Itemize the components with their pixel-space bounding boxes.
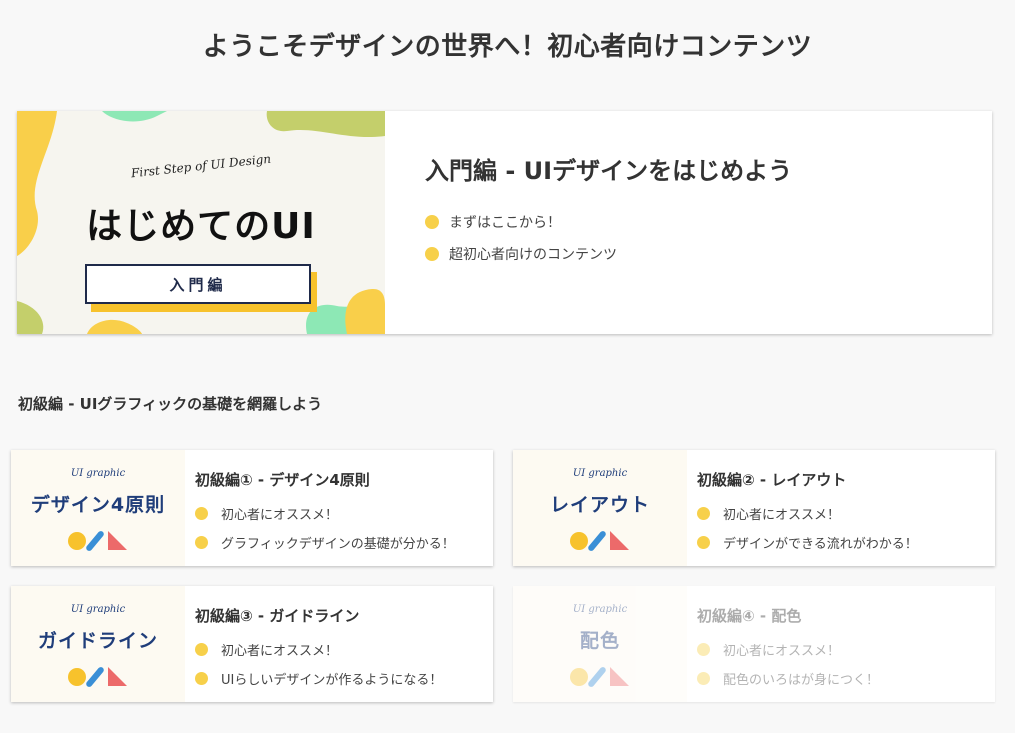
card-thumbnail: UI graphic 配色	[513, 586, 687, 702]
thumb-title: レイアウト	[549, 494, 650, 516]
card-thumbnail: UI graphic デザイン4原則	[11, 450, 185, 566]
list-item: UIらしいデザインが作るようになる！	[195, 669, 442, 688]
list-item: 超初心者向けのコンテンツ	[425, 244, 792, 264]
card-title[interactable]: 初級編② - レイアウト	[697, 469, 918, 490]
thumb-script: UI graphic	[572, 604, 628, 615]
hero-bullets: まずはここから！ 超初心者向けのコンテンツ	[425, 212, 792, 264]
bullet-dot-icon	[195, 536, 208, 549]
hero-thumb-badge: 入門編	[85, 264, 311, 304]
course-card-layout[interactable]: UI graphic レイアウト 初級編② - レイアウト 初心者にオススメ！ …	[513, 450, 995, 566]
card-body: 初級編② - レイアウト 初心者にオススメ！ デザインができる流れがわかる！	[687, 450, 918, 566]
list-item: 配色のいろはが身につく！	[697, 669, 879, 688]
bullet-dot-icon	[195, 643, 208, 656]
list-item: まずはここから！	[425, 212, 792, 232]
bullet-dot-icon	[425, 215, 439, 229]
list-item: デザインができる流れがわかる！	[697, 533, 918, 552]
card-body: 初級編③ - ガイドライン 初心者にオススメ！ UIらしいデザインが作るようにな…	[185, 586, 442, 702]
bullet-dot-icon	[425, 247, 439, 261]
hero-body: 入門編 - UIデザインをはじめよう まずはここから！ 超初心者向けのコンテンツ	[385, 111, 792, 334]
list-item: グラフィックデザインの基礎が分かる！	[195, 533, 455, 552]
card-title[interactable]: 初級編① - デザイン4原則	[195, 469, 455, 490]
list-item: 初心者にオススメ！	[697, 504, 918, 523]
hero-thumb-title: はじめてのUI	[86, 206, 316, 247]
course-card-principles[interactable]: UI graphic デザイン4原則 初級編① - デザイン4原則 初心者にオス…	[11, 450, 493, 566]
bullet-dot-icon	[697, 672, 710, 685]
hero-thumbnail: First Step of UI Design はじめてのUI 入門編	[17, 111, 385, 334]
thumb-script: UI graphic	[572, 468, 628, 479]
course-card-color-disabled: UI graphic 配色 初級編④ - 配色 初心者にオススメ！ 配色のいろは…	[513, 586, 995, 702]
card-title[interactable]: 初級編③ - ガイドライン	[195, 605, 442, 626]
bullet-dot-icon	[195, 672, 208, 685]
bullet-dot-icon	[697, 507, 710, 520]
card-body: 初級編④ - 配色 初心者にオススメ！ 配色のいろはが身につく！	[687, 586, 879, 702]
bullet-dot-icon	[195, 507, 208, 520]
course-card-guideline[interactable]: UI graphic ガイドライン 初級編③ - ガイドライン 初心者にオススメ…	[11, 586, 493, 702]
thumb-script: UI graphic	[70, 604, 126, 615]
list-item: 初心者にオススメ！	[195, 504, 455, 523]
bullet-dot-icon	[697, 643, 710, 656]
shapes-icon	[68, 667, 127, 687]
section-heading: 初級編 - UIグラフィックの基礎を網羅しよう	[18, 395, 323, 413]
card-title: 初級編④ - 配色	[697, 607, 802, 625]
shapes-icon	[570, 531, 629, 551]
hero-course-card[interactable]: First Step of UI Design はじめてのUI 入門編 入門編 …	[17, 111, 992, 334]
shapes-icon	[68, 531, 127, 551]
page-title: ようこそデザインの世界へ！初心者向けコンテンツ	[202, 32, 813, 62]
thumb-title: ガイドライン	[37, 630, 158, 652]
thumb-title: デザイン4原則	[30, 494, 166, 516]
list-item: 初心者にオススメ！	[697, 640, 879, 659]
hero-heading[interactable]: 入門編 - UIデザインをはじめよう	[425, 151, 792, 186]
shapes-icon	[570, 667, 629, 687]
bullet-dot-icon	[697, 536, 710, 549]
thumb-script: UI graphic	[70, 468, 126, 479]
card-thumbnail: UI graphic レイアウト	[513, 450, 687, 566]
list-item: 初心者にオススメ！	[195, 640, 442, 659]
thumb-title: 配色	[579, 630, 620, 652]
card-thumbnail: UI graphic ガイドライン	[11, 586, 185, 702]
card-body: 初級編① - デザイン4原則 初心者にオススメ！ グラフィックデザインの基礎が分…	[185, 450, 455, 566]
